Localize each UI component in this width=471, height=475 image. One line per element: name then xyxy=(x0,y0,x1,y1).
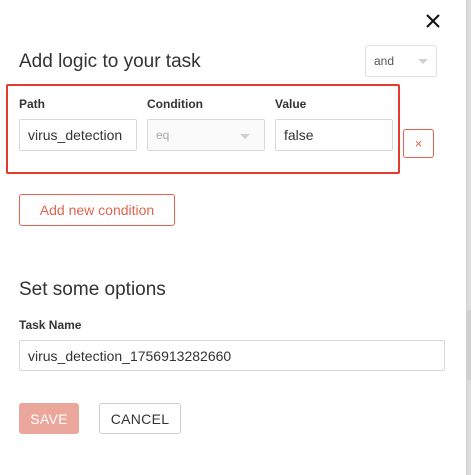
value-input[interactable]: false xyxy=(275,119,393,151)
path-label: Path xyxy=(19,97,46,111)
options-heading: Set some options xyxy=(19,279,166,300)
condition-label: Condition xyxy=(147,97,203,111)
cancel-button[interactable]: CANCEL xyxy=(99,403,181,434)
task-name-input[interactable]: virus_detection_1756913282660 xyxy=(19,340,445,371)
background-panel-edge xyxy=(467,310,471,380)
condition-select[interactable]: eq xyxy=(147,119,265,151)
logic-operator-select[interactable]: and xyxy=(365,45,437,77)
save-button[interactable]: SAVE xyxy=(19,403,79,434)
path-input[interactable]: virus_detection xyxy=(19,119,137,151)
logic-heading: Add logic to your task xyxy=(19,51,201,72)
logic-operator-value: and xyxy=(374,54,395,68)
chevron-down-icon xyxy=(240,134,250,139)
add-condition-button[interactable]: Add new condition xyxy=(19,194,175,226)
remove-condition-button[interactable]: × xyxy=(403,129,434,158)
task-name-label: Task Name xyxy=(19,318,82,332)
value-label: Value xyxy=(275,97,307,111)
task-logic-modal: Add logic to your task and Path Conditio… xyxy=(0,0,467,475)
close-icon: × xyxy=(414,136,423,151)
condition-select-value: eq xyxy=(156,128,170,142)
close-icon[interactable] xyxy=(421,9,445,33)
chevron-down-icon xyxy=(418,59,428,64)
close-icon-glyph xyxy=(426,14,440,28)
